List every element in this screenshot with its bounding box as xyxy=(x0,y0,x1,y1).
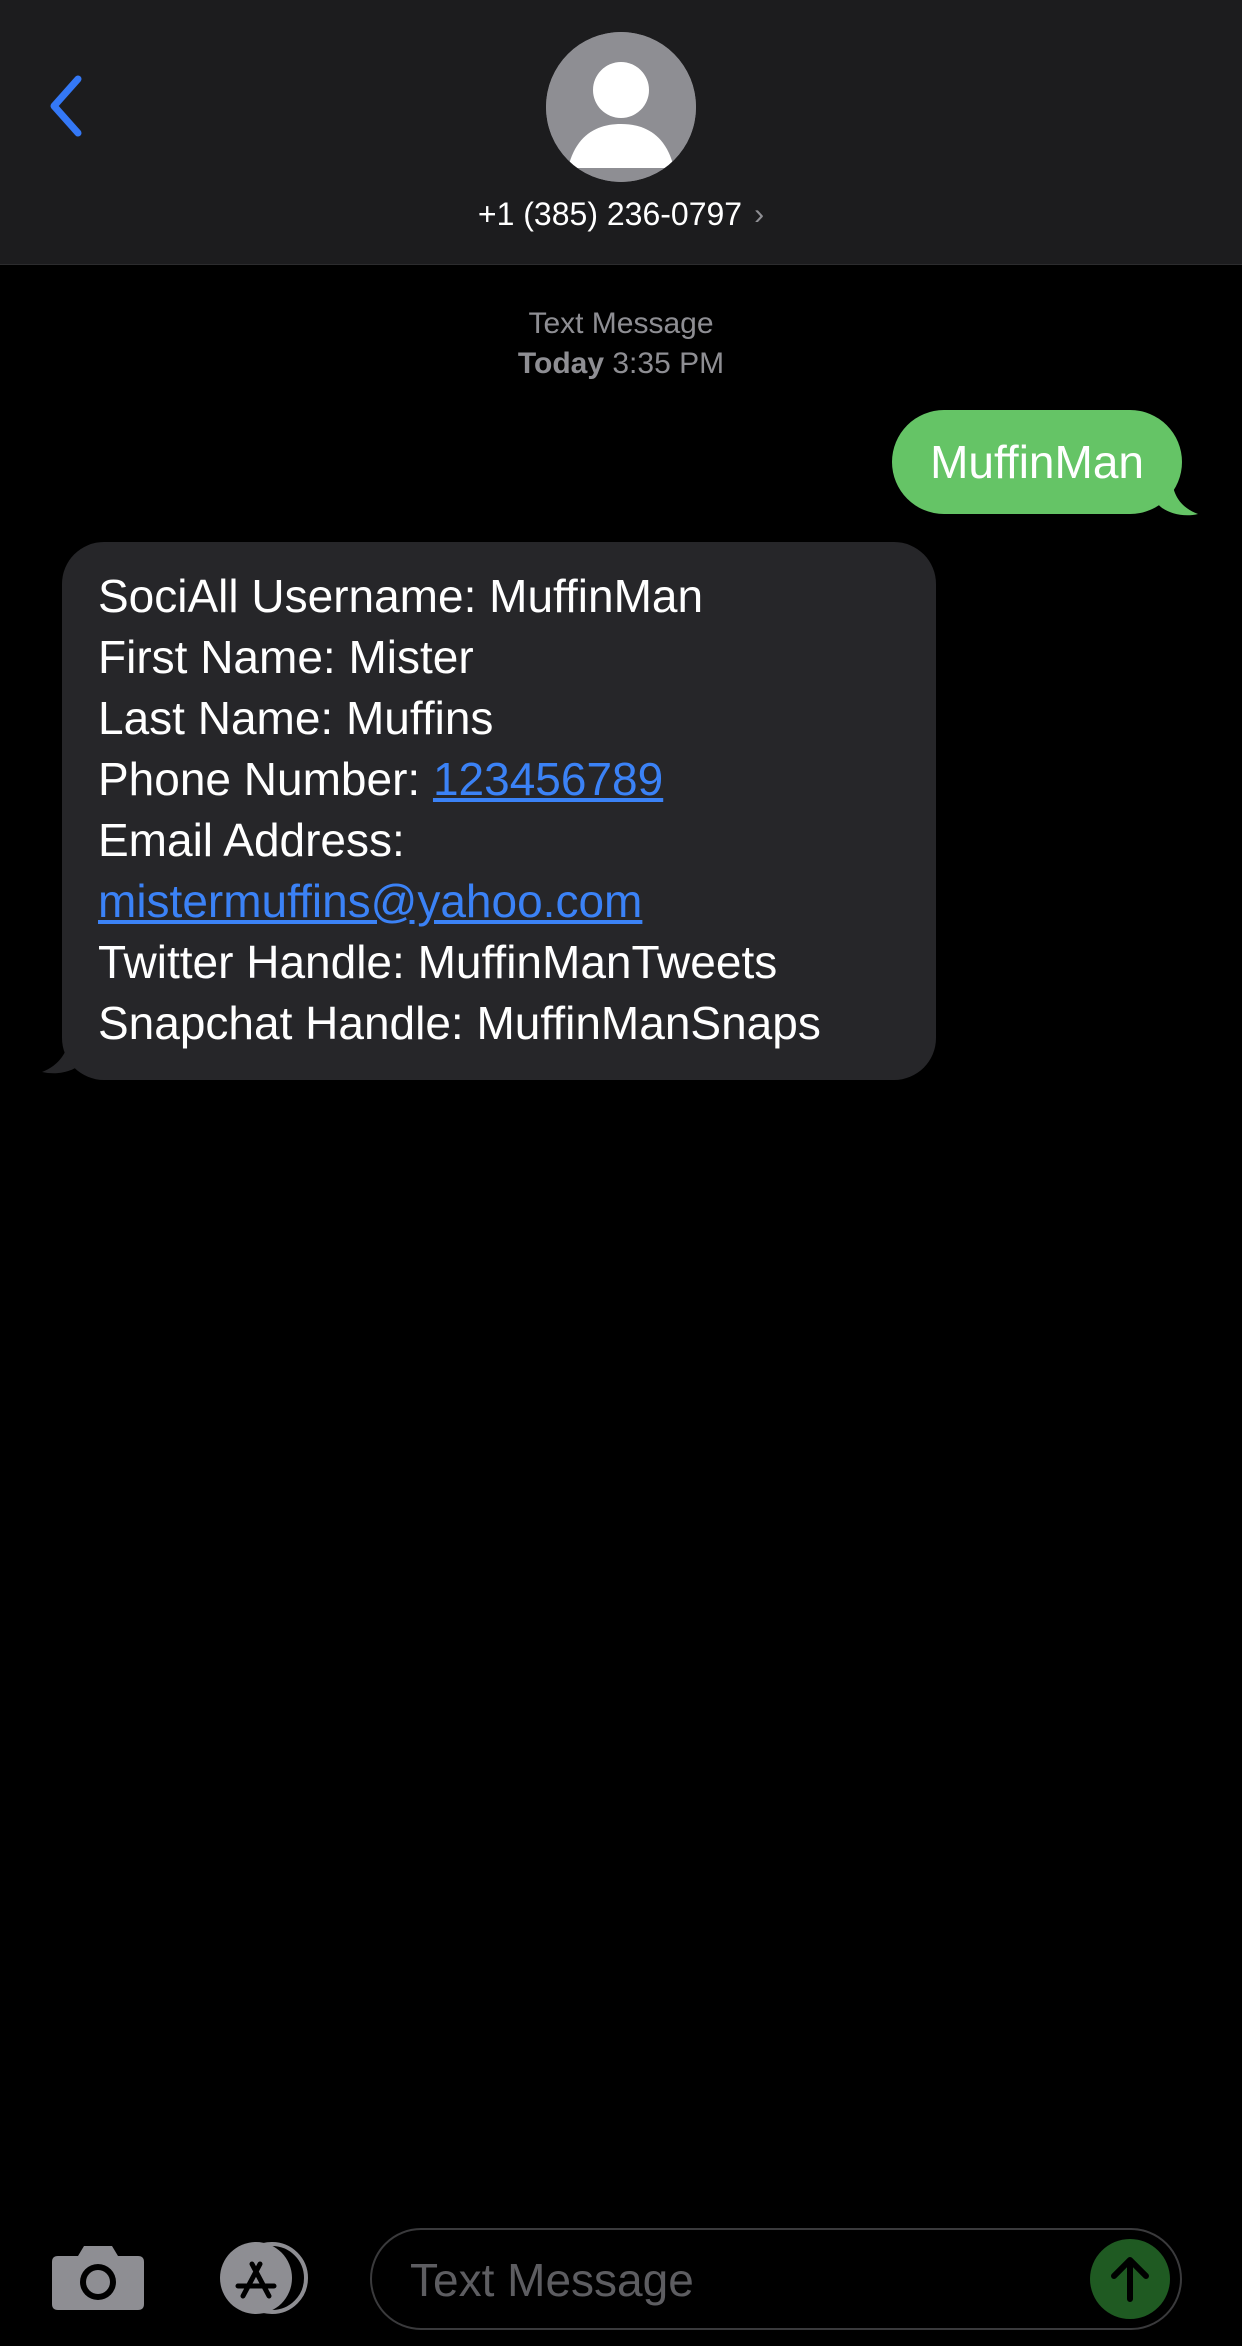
message-line-snapchat: Snapchat Handle: MuffinManSnaps xyxy=(98,997,821,1049)
person-silhouette-icon xyxy=(546,32,696,182)
messages-screen: +1 (385) 236-0797 › Text Message Today 3… xyxy=(0,0,1242,2346)
contact-avatar[interactable] xyxy=(546,32,696,182)
message-line-first-name: First Name: Mister xyxy=(98,631,474,683)
message-line-last-name: Last Name: Muffins xyxy=(98,692,494,744)
arrow-up-icon xyxy=(1111,2257,1149,2302)
back-button[interactable] xyxy=(36,66,96,146)
message-line-username: SociAll Username: MuffinMan xyxy=(98,570,704,622)
send-button[interactable] xyxy=(1090,2239,1170,2319)
phone-label: Phone Number: xyxy=(98,753,433,805)
phone-number-link[interactable]: 123456789 xyxy=(433,753,663,805)
chevron-left-icon xyxy=(50,75,82,137)
message-line-phone: Phone Number: 123456789 xyxy=(98,749,900,810)
message-line-twitter: Twitter Handle: MuffinManTweets xyxy=(98,936,778,988)
compose-toolbar xyxy=(0,2200,1242,2346)
chevron-right-icon: › xyxy=(754,197,765,231)
message-input-field[interactable] xyxy=(370,2228,1182,2330)
outgoing-message-text: MuffinMan xyxy=(930,436,1144,488)
contact-details-link[interactable]: +1 (385) 236-0797 › xyxy=(0,196,1242,233)
conversation-header: +1 (385) 236-0797 › xyxy=(0,0,1242,265)
camera-button[interactable] xyxy=(50,2242,146,2312)
app-store-button[interactable] xyxy=(210,2238,320,2318)
message-text-input[interactable] xyxy=(408,2230,1092,2330)
message-timestamp: Text Message Today 3:35 PM xyxy=(0,304,1242,384)
date-time-line: Today 3:35 PM xyxy=(0,344,1242,384)
day-label: Today xyxy=(517,347,605,380)
service-label: Text Message xyxy=(528,307,714,340)
app-store-icon xyxy=(220,2242,308,2314)
time-label: 3:35 PM xyxy=(612,347,725,380)
incoming-message-bubble[interactable]: SociAll Username: MuffinMan First Name: … xyxy=(62,542,936,1080)
camera-icon xyxy=(52,2246,144,2310)
outgoing-message-bubble[interactable]: MuffinMan xyxy=(892,410,1182,514)
contact-phone-number: +1 (385) 236-0797 xyxy=(477,196,743,232)
email-label: Email Address: xyxy=(98,814,405,866)
email-link[interactable]: mistermuffins@yahoo.com xyxy=(98,875,642,927)
